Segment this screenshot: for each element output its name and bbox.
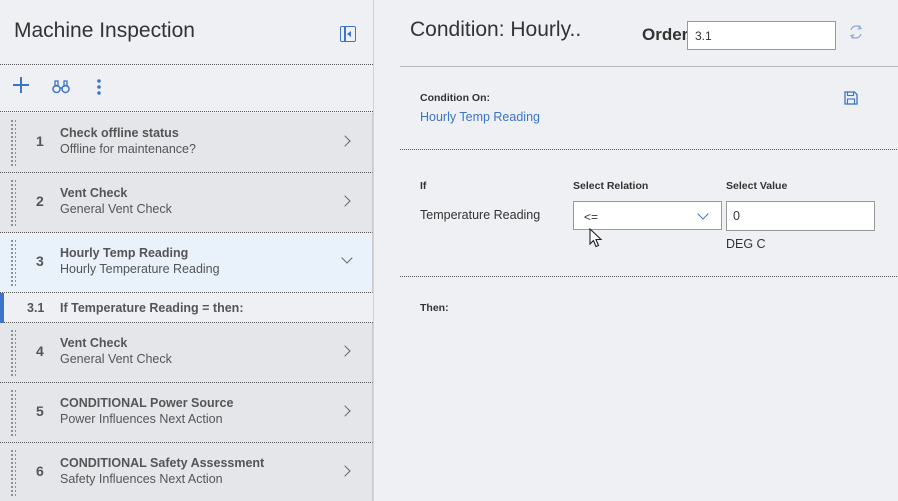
condition-title: If Temperature Reading = then: [60,301,244,315]
selection-indicator [0,293,4,323]
step-title: CONDITIONAL Safety Assessment [60,456,265,470]
drag-handle-icon[interactable] [10,389,16,437]
field-name: Temperature Reading [420,208,541,222]
step-subtitle: Power Influences Next Action [60,412,223,426]
step-subtitle: General Vent Check [60,352,172,366]
step-number: 6 [36,463,44,479]
list-item[interactable]: 4 Vent Check General Vent Check [0,323,373,383]
list-item-selected[interactable]: 3 Hourly Temp Reading Hourly Temperature… [0,233,373,293]
relation-value: <= [584,210,599,224]
drag-handle-icon[interactable] [10,329,16,377]
page-title: Condition: Hourly.. [410,18,582,41]
value-input[interactable]: 0 [726,201,875,231]
list-item[interactable]: 6 CONDITIONAL Safety Assessment Safety I… [0,443,373,501]
drag-handle-icon[interactable] [10,449,16,497]
order-label: Order [642,25,689,44]
chevron-down-icon [697,208,709,220]
if-label: If [420,180,427,192]
drag-handle-icon[interactable] [10,179,16,227]
chevron-right-icon[interactable] [339,345,351,357]
step-subtitle: Safety Influences Next Action [60,472,223,486]
list-item[interactable]: 5 CONDITIONAL Power Source Power Influen… [0,383,373,443]
step-title: CONDITIONAL Power Source [60,396,234,410]
chevron-down-icon[interactable] [341,252,353,264]
divider [0,64,373,65]
refresh-icon[interactable] [848,24,864,40]
step-title: Vent Check [60,186,128,200]
chevron-right-icon[interactable] [339,135,351,147]
step-list: 1 Check offline status Offline for maint… [0,113,373,501]
order-field[interactable]: 3.1 [687,21,836,50]
step-title: Hourly Temp Reading [60,246,189,260]
condition-on-link[interactable]: Hourly Temp Reading [420,110,540,124]
relation-select[interactable]: <= [573,201,722,230]
list-item[interactable]: 2 Vent Check General Vent Check [0,173,373,233]
unit-label: DEG C [726,237,766,251]
step-number: 5 [36,403,44,419]
divider [400,276,898,277]
select-relation-label: Select Relation [573,180,649,192]
step-number: 4 [36,343,44,359]
list-item[interactable]: 1 Check offline status Offline for maint… [0,113,373,173]
divider [400,149,898,150]
step-title: Vent Check [60,336,128,350]
condition-item[interactable]: 3.1 If Temperature Reading = then: [0,293,373,323]
toolbar [0,72,373,102]
more-vertical-icon[interactable] [97,79,101,95]
panel-title: Machine Inspection [14,19,195,42]
left-panel: Machine Inspection 1 Check offline statu… [0,0,373,501]
drag-handle-icon[interactable] [10,239,16,287]
step-subtitle: Hourly Temperature Reading [60,262,220,276]
condition-on-label: Condition On: [420,92,490,104]
step-subtitle: General Vent Check [60,202,172,216]
step-number: 3.1 [27,301,45,315]
step-subtitle: Offline for maintenance? [60,142,196,156]
select-value-label: Select Value [726,180,788,192]
drag-handle-icon[interactable] [10,119,16,167]
collapse-panel-icon[interactable] [340,25,356,42]
chevron-right-icon[interactable] [339,195,351,207]
step-number: 1 [36,133,44,149]
plus-icon[interactable] [12,77,30,95]
step-number: 2 [36,193,44,209]
right-panel: Condition: Hourly.. Order 3.1 Condition … [373,0,898,501]
step-number: 3 [36,253,44,269]
then-label: Then: [420,302,449,314]
divider [400,66,898,67]
divider [0,111,373,112]
mouse-cursor-icon [589,228,603,248]
chevron-right-icon[interactable] [339,465,351,477]
step-title: Check offline status [60,126,179,140]
save-icon[interactable] [844,91,858,105]
binoculars-icon[interactable] [52,80,70,94]
chevron-right-icon[interactable] [339,405,351,417]
